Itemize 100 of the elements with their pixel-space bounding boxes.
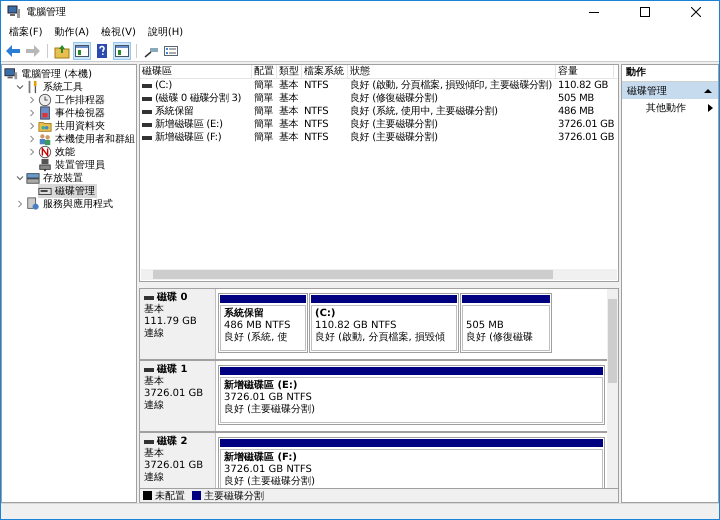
disk-size: 3726.01 GB (144, 460, 204, 472)
folder-up-icon[interactable] (54, 43, 70, 59)
partition-status: 良好 (主要磁碟分割) (224, 476, 316, 488)
partition-block[interactable]: 系統保留 486 MB NTFS 良好 (系統, 使 (218, 293, 308, 353)
table-cell: NTFS (304, 79, 328, 92)
submenu-arrow-icon (708, 104, 713, 112)
table-cell: 簡單 (254, 131, 274, 144)
legend-label: 未配置 (155, 490, 185, 502)
table-cell: 良好 (主要磁碟分割) (350, 131, 438, 144)
show-pane-icon[interactable] (114, 43, 130, 59)
drive-icon (144, 368, 154, 372)
tree-item[interactable]: 工作排程器 (38, 92, 107, 106)
menu-item[interactable]: 檢視(V) (95, 25, 142, 39)
tree-item[interactable]: 系統工具 (26, 80, 85, 94)
table-cell: 3726.01 GB (558, 131, 614, 144)
disk-type: 基本 (144, 304, 165, 316)
tree-item[interactable]: 電腦管理 (本機) (4, 66, 94, 80)
window-title: 電腦管理 (26, 6, 66, 19)
action-section-header[interactable]: 磁碟管理 (622, 82, 718, 99)
tree-item[interactable]: 本機使用者和群組 (38, 132, 136, 146)
partition-label: 系統保留 (224, 308, 265, 320)
tree-item[interactable]: 存放裝置 (26, 170, 85, 184)
column-header[interactable]: 狀態 (348, 65, 556, 78)
table-cell: 良好 (系統, 使用中, 主要磁碟分割) (350, 105, 498, 118)
device-icon (38, 158, 52, 172)
tree-item[interactable]: 磁碟管理 (38, 184, 97, 198)
table-cell: 110.82 GB (558, 79, 608, 92)
tree-item[interactable]: 效能 (38, 144, 77, 158)
table-cell: 486 MB (558, 105, 594, 118)
partition-block[interactable]: 新增磁碟區 (E:) 3726.01 GB NTFS 良好 (主要磁碟分割) (218, 365, 605, 425)
partition-block[interactable]: (C:) 110.82 GB NTFS 良好 (啟動, 分頁檔案, 損毀傾 (309, 293, 459, 353)
table-cell: 基本 (279, 131, 298, 144)
table-cell: 簡單 (254, 79, 274, 92)
table-cell: NTFS (304, 131, 328, 144)
table-cell: 簡單 (254, 118, 274, 131)
back-arrow-icon[interactable] (5, 43, 21, 59)
column-header[interactable]: 容量 (556, 65, 614, 78)
table-cell: 良好 (主要磁碟分割) (350, 118, 438, 131)
drive-icon (144, 440, 154, 444)
collapse-arrow-icon[interactable] (704, 88, 712, 94)
table-cell: 簡單 (254, 92, 274, 105)
disk-status: 連線 (144, 328, 165, 340)
partition-block[interactable]: 505 MB 良好 (修復磁碟 (460, 293, 552, 353)
vertical-scrollbar[interactable] (607, 289, 618, 488)
event-log-icon (38, 106, 52, 120)
table-cell: 基本 (279, 118, 298, 131)
help-icon[interactable] (94, 43, 110, 59)
tree-item[interactable]: 事件檢視器 (38, 106, 107, 120)
table-cell: NTFS (304, 105, 328, 118)
column-header[interactable]: 檔案系統 (302, 65, 348, 78)
table-cell: 系統保留 (155, 105, 194, 118)
partition-status: 良好 (系統, 使 (224, 332, 288, 344)
services-icon (26, 196, 40, 210)
partition-size: 3726.01 GB NTFS (224, 392, 313, 404)
storage-icon (26, 170, 40, 184)
disk-name: 磁碟 0 (157, 292, 188, 304)
menu-item[interactable]: 動作(A) (48, 25, 96, 39)
table-cell: 3726.01 GB (558, 118, 614, 131)
tree-item[interactable]: 共用資料夾 (38, 118, 107, 132)
disk-size: 3726.01 GB (144, 388, 204, 400)
table-cell: (磁碟 0 磁碟分割 3) (155, 92, 242, 105)
computer-icon (4, 66, 18, 80)
partition-size: 3726.01 GB NTFS (224, 464, 313, 476)
table-cell: 良好 (修復磁碟分割) (350, 92, 438, 105)
partition-status: 良好 (修復磁碟 (466, 332, 534, 344)
app-icon (7, 5, 21, 19)
table-cell: 基本 (279, 92, 298, 105)
partition-label: (C:) (315, 308, 336, 320)
clock-icon (38, 92, 52, 106)
column-header[interactable]: 磁碟區 (140, 65, 252, 78)
table-cell: 基本 (279, 105, 298, 118)
show-pane-icon[interactable] (74, 43, 90, 59)
disk-name: 磁碟 1 (157, 364, 188, 376)
menu-item[interactable]: 說明(H) (142, 25, 190, 39)
partition-status: 良好 (主要磁碟分割) (224, 404, 316, 416)
partition-status: 良好 (啟動, 分頁檔案, 損毀傾 (315, 332, 446, 344)
table-cell: 505 MB (558, 92, 594, 105)
column-header[interactable]: 類型 (277, 65, 302, 78)
table-cell: 良好 (啟動, 分頁檔案, 損毀傾印, 主要磁碟分割) (350, 79, 552, 92)
table-cell: NTFS (304, 118, 328, 131)
tree-item[interactable]: 服務與應用程式 (26, 196, 115, 210)
maximize-icon[interactable] (640, 7, 650, 17)
partition-size: 486 MB NTFS (224, 320, 292, 332)
menu-item[interactable]: 檔案(F) (3, 25, 49, 39)
table-cell: 新增磁碟區 (E:) (155, 118, 223, 131)
column-header[interactable]: 配置 (252, 65, 277, 78)
disk-name: 磁碟 2 (157, 436, 188, 448)
drive-icon (144, 296, 154, 300)
close-icon[interactable] (691, 7, 701, 17)
users-icon (38, 132, 52, 146)
action-item[interactable]: 其他動作 (622, 99, 718, 116)
partition-label: 新增磁碟區 (F:) (224, 452, 298, 464)
partition-block[interactable]: 新增磁碟區 (F:) 3726.01 GB NTFS 良好 (主要磁碟分割) (218, 437, 605, 488)
legend-label: 主要磁碟分割 (204, 490, 264, 502)
table-cell: 簡單 (254, 105, 274, 118)
table-cell: (C:) (155, 79, 172, 92)
tree-item[interactable]: 裝置管理員 (38, 158, 107, 172)
list-view-icon[interactable] (163, 43, 179, 59)
horizontal-scrollbar[interactable] (141, 269, 617, 280)
disk-type: 基本 (144, 376, 165, 388)
